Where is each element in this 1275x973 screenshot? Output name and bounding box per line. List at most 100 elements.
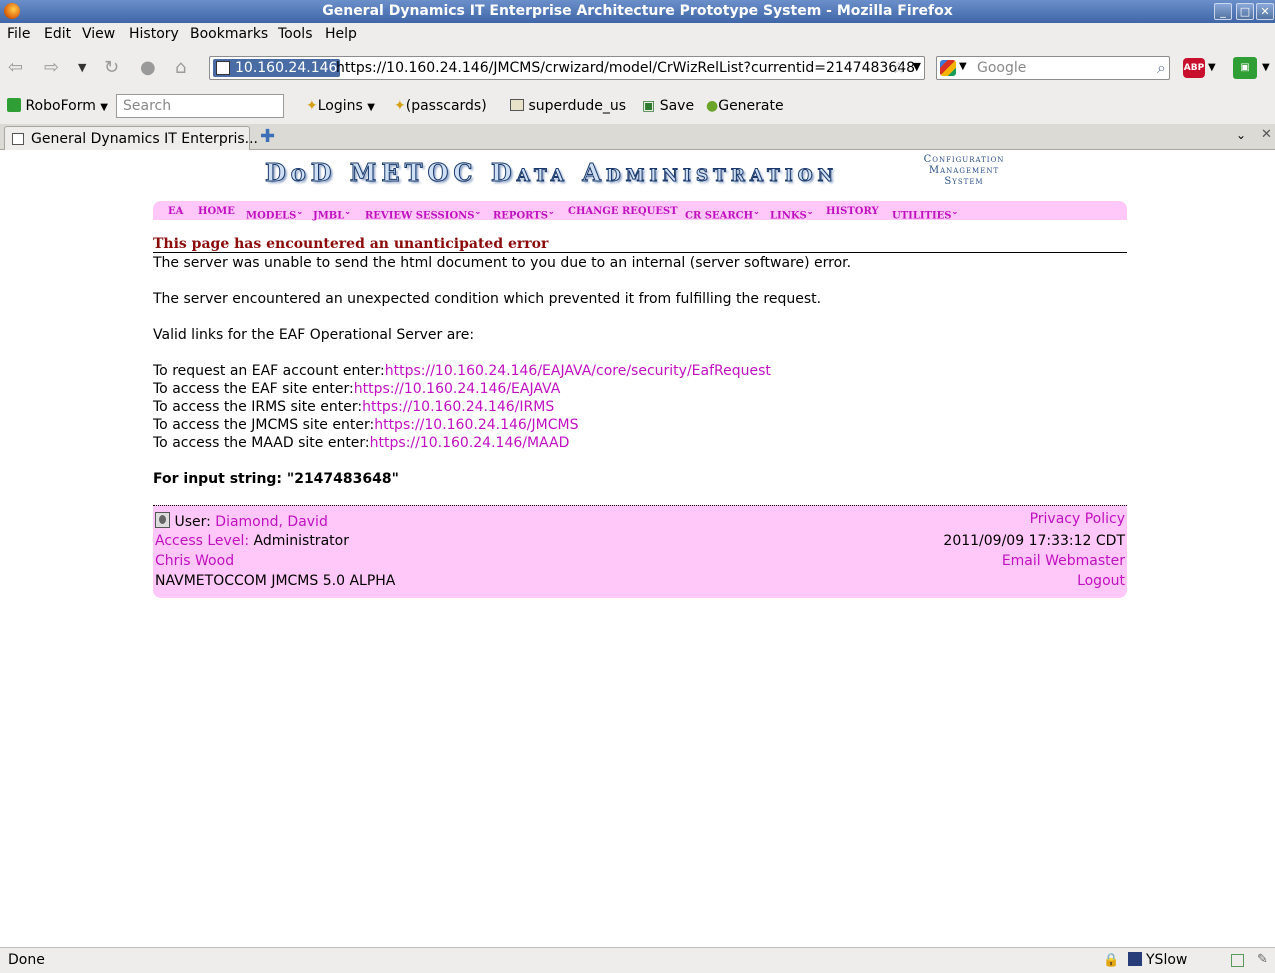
error-condition: The server encountered an unexpected con… xyxy=(153,291,822,307)
nav-change-request-label: CHANGE REQUEST xyxy=(568,206,678,217)
generate-button[interactable]: ●Generate xyxy=(706,98,784,114)
menu-file[interactable]: File xyxy=(7,26,30,42)
save-label: Save xyxy=(659,98,695,114)
google-icon xyxy=(940,60,956,76)
jmcms-site-link[interactable]: https://10.160.24.146/JMCMS xyxy=(374,417,578,433)
nav-ea[interactable]: EA xyxy=(168,206,183,217)
status-extension-icon[interactable]: ✎ xyxy=(1257,952,1268,967)
url-bar[interactable]: 10.160.24.146 https://10.160.24.146/JMCM… xyxy=(209,56,925,80)
eaf-request-link[interactable]: https://10.160.24.146/EAJAVA/core/securi… xyxy=(385,363,771,379)
home-icon[interactable]: ⌂ xyxy=(175,58,186,78)
search-input[interactable]: Google xyxy=(977,60,1026,76)
link-row-label: To access the EAF site enter: xyxy=(153,381,354,397)
footer-access-level: Access Level: Administrator xyxy=(155,533,349,549)
link-row-label: To request an EAF account enter: xyxy=(153,363,385,379)
logins-button[interactable]: ✦Logins ▼ xyxy=(306,98,375,114)
roboform-button[interactable]: RoboForm ▼ xyxy=(7,98,108,114)
nav-reports-chevron-icon: ⌄ xyxy=(547,206,555,216)
identity-label: superdude_us xyxy=(528,98,627,114)
history-dropdown-icon[interactable]: ▼ xyxy=(78,58,86,78)
menu-history[interactable]: History xyxy=(129,26,179,42)
save-button[interactable]: ▣ Save xyxy=(642,98,694,114)
roboform-toolbar-icon[interactable]: ▣ xyxy=(1233,57,1257,79)
generate-label: Generate xyxy=(718,98,784,114)
close-tab-icon[interactable]: ✕ xyxy=(1261,127,1272,142)
footer-user: User: Diamond, David xyxy=(155,512,328,530)
nav-utilities[interactable]: UTILITIES⌄ xyxy=(892,206,958,221)
nav-review-sessions-label: REVIEW SESSIONS xyxy=(365,210,475,222)
roboform-dropdown-icon[interactable]: ▼ xyxy=(1262,62,1270,73)
reload-icon[interactable]: ↻ xyxy=(104,58,119,78)
version-text: NAVMETOCCOM JMCMS 5.0 ALPHA xyxy=(155,573,396,589)
site-identity-label: 10.160.24.146 xyxy=(235,60,338,76)
logout-link[interactable]: Logout xyxy=(1077,573,1125,589)
author-link[interactable]: Chris Wood xyxy=(155,553,234,569)
passcards-icon: ✦ xyxy=(394,98,406,114)
bookmark-star-icon[interactable]: ☆ xyxy=(892,58,906,77)
status-bar: Done 🔒 YSlow ✎ xyxy=(0,947,1275,973)
nav-reports[interactable]: REPORTS⌄ xyxy=(493,206,555,221)
cms-logo-line1: Configuration xyxy=(923,154,1005,165)
user-name-link[interactable]: Diamond, David xyxy=(215,514,328,530)
maximize-button[interactable]: □ xyxy=(1236,3,1254,20)
nav-jmbl[interactable]: JMBL⌄ xyxy=(313,206,351,221)
url-input[interactable]: https://10.160.24.146/JMCMS/crwizard/mod… xyxy=(336,60,915,76)
nav-models-label: MODELS xyxy=(246,210,297,222)
new-tab-icon[interactable]: ✚ xyxy=(260,126,275,147)
navigation-toolbar: ⇦ ⇨ ▼ ↻ ● ⌂ 10.160.24.146 https://10.160… xyxy=(0,46,1275,90)
search-engine-selector[interactable]: ▼ xyxy=(940,60,970,76)
email-webmaster-link[interactable]: Email Webmaster xyxy=(1002,553,1125,569)
roboform-search-input[interactable]: Search xyxy=(116,94,284,118)
nav-review-sessions[interactable]: REVIEW SESSIONS⌄ xyxy=(365,206,481,221)
close-button[interactable]: ✕ xyxy=(1256,3,1274,20)
nav-ea-label: EA xyxy=(168,206,184,217)
nav-reports-label: REPORTS xyxy=(493,210,548,222)
back-icon[interactable]: ⇦ xyxy=(8,58,23,78)
nav-cr-search-label: CR SEARCH xyxy=(685,210,754,222)
window-titlebar: General Dynamics IT Enterprise Architect… xyxy=(0,0,1275,23)
minimize-button[interactable]: _ xyxy=(1214,3,1232,20)
eaf-site-link[interactable]: https://10.160.24.146/EAJAVA xyxy=(354,381,561,397)
menu-edit[interactable]: Edit xyxy=(44,26,71,42)
error-description: The server was unable to send the html d… xyxy=(153,255,852,271)
search-bar[interactable]: ▼ Google ⌕ xyxy=(936,56,1170,80)
window-title: General Dynamics IT Enterprise Architect… xyxy=(322,3,953,19)
privacy-policy-link[interactable]: Privacy Policy xyxy=(1030,511,1125,527)
adblock-dropdown-icon[interactable]: ▼ xyxy=(1208,62,1216,73)
url-dropdown-icon[interactable]: ▼ xyxy=(913,60,921,73)
passcards-button[interactable]: ✦(passcards) xyxy=(394,98,487,114)
stop-icon[interactable]: ● xyxy=(140,58,156,78)
roboform-status-icon[interactable] xyxy=(1231,954,1244,967)
yslow-button[interactable]: YSlow xyxy=(1128,952,1187,968)
menu-view[interactable]: View xyxy=(82,26,115,42)
tab-current[interactable]: General Dynamics IT Enterpris... xyxy=(4,126,258,150)
nav-cr-search[interactable]: CR SEARCH⌄ xyxy=(685,206,760,221)
search-icon[interactable]: ⌕ xyxy=(1157,58,1166,78)
lock-icon[interactable]: 🔒 xyxy=(1103,953,1119,968)
adblock-icon[interactable]: ABP xyxy=(1183,58,1205,78)
nav-models[interactable]: MODELS⌄ xyxy=(246,206,303,221)
nav-review-sessions-chevron-icon: ⌄ xyxy=(474,206,482,216)
nav-links[interactable]: LINKS⌄ xyxy=(770,206,813,221)
irms-site-link[interactable]: https://10.160.24.146/IRMS xyxy=(362,399,554,415)
link-row: To access the EAF site enter:https://10.… xyxy=(153,381,560,397)
menu-tools[interactable]: Tools xyxy=(278,26,313,42)
error-heading: This page has encountered an unanticipat… xyxy=(153,236,1127,253)
menu-bar: File Edit View History Bookmarks Tools H… xyxy=(0,23,1275,46)
nav-utilities-chevron-icon: ⌄ xyxy=(951,206,959,216)
maad-site-link[interactable]: https://10.160.24.146/MAAD xyxy=(370,435,570,451)
menu-bookmarks[interactable]: Bookmarks xyxy=(190,26,268,42)
site-nav: EA HOME MODELS⌄ JMBL⌄ REVIEW SESSIONS⌄ R… xyxy=(153,201,1127,221)
nav-change-request[interactable]: CHANGE REQUEST xyxy=(568,206,678,217)
nav-links-chevron-icon: ⌄ xyxy=(806,206,814,216)
access-level-link[interactable]: Access Level: xyxy=(155,533,249,549)
nav-history[interactable]: HISTORY xyxy=(826,206,879,217)
forward-icon[interactable]: ⇨ xyxy=(44,58,59,78)
page-footer: User: Diamond, David Access Level: Admin… xyxy=(153,505,1127,598)
site-identity-button[interactable]: 10.160.24.146 xyxy=(213,59,341,77)
tab-list-icon[interactable]: ⌄ xyxy=(1236,128,1246,142)
menu-help[interactable]: Help xyxy=(325,26,357,42)
identity-button[interactable]: superdude_us xyxy=(510,98,626,114)
logins-menu-icon: ▼ xyxy=(367,102,375,113)
nav-home[interactable]: HOME xyxy=(198,206,235,217)
